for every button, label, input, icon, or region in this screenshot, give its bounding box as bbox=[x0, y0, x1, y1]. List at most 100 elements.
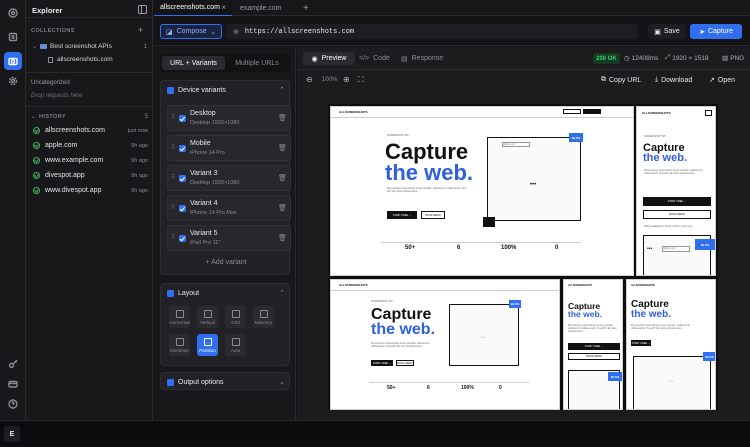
variant5-screenshot: ALLSCREENSHOTS Capture the web. Pixel-per… bbox=[626, 279, 716, 410]
zoom-out-icon[interactable]: ⊖ bbox=[306, 75, 313, 84]
trash-icon[interactable]: 🗑 bbox=[278, 174, 287, 182]
url-input[interactable]: ⊕ https://allscreenshots.com bbox=[227, 24, 637, 39]
collection-row[interactable]: ⌄ Best screenshot APIs 1 bbox=[32, 41, 147, 52]
loading-dots-icon: ••• bbox=[480, 335, 486, 341]
new-tab-button[interactable]: + bbox=[297, 0, 315, 16]
output-options-card[interactable]: Output options ⌄ bbox=[160, 372, 290, 390]
device-spec[interactable]: iPhone 14 Pro bbox=[190, 150, 225, 156]
layout-masonry[interactable]: Masonry bbox=[253, 306, 274, 328]
drag-handle-icon[interactable]: ⠿ bbox=[171, 144, 175, 151]
tab-preview[interactable]: ◉ Preview bbox=[303, 52, 355, 65]
open-button[interactable]: ↗ Open bbox=[709, 76, 735, 85]
mode-tabs: URL + Variants Multiple URLs bbox=[160, 54, 290, 72]
device-row[interactable]: ⠿ Desktop Desktop 1920×1080 🗑 bbox=[167, 105, 291, 131]
checkbox[interactable] bbox=[179, 235, 186, 242]
vertical-icon bbox=[203, 309, 212, 318]
collection-item[interactable]: allscreenshots.com bbox=[48, 54, 113, 65]
trash-icon[interactable]: 🗑 bbox=[278, 204, 287, 212]
device-spec[interactable]: iPhone 14 Pro Max bbox=[190, 210, 237, 216]
card-icon[interactable] bbox=[4, 375, 22, 393]
layout-partition[interactable]: Partition bbox=[197, 334, 218, 356]
clock-icon: ◷ bbox=[624, 55, 630, 62]
site-stat: 6 bbox=[427, 385, 430, 391]
success-check-icon bbox=[33, 157, 40, 164]
layout-horizontal[interactable]: Horizontal bbox=[169, 306, 190, 328]
layout-label: Masonry bbox=[254, 319, 273, 325]
tab-code[interactable]: </> Code bbox=[359, 52, 390, 65]
history-item[interactable]: allscreenshots.com just now bbox=[33, 123, 148, 138]
trash-icon[interactable]: 🗑 bbox=[278, 144, 287, 152]
hamburger-icon bbox=[705, 110, 712, 116]
response-icon: ▤ bbox=[401, 55, 408, 63]
copy-url-button[interactable]: ⧉ Copy URL bbox=[601, 76, 641, 84]
device-row[interactable]: ⠿ Mobile iPhone 14 Pro 🗑 bbox=[167, 135, 291, 161]
layout-grid[interactable]: Grid bbox=[225, 306, 246, 328]
success-check-icon bbox=[33, 127, 40, 134]
tab-multiple-urls[interactable]: Multiple URLs bbox=[226, 56, 288, 70]
capture-button[interactable]: ➤ Capture bbox=[690, 24, 742, 39]
site-sub: Pixel-perfect screenshots of any website… bbox=[644, 169, 703, 175]
collections-label: COLLECTIONS bbox=[31, 28, 75, 34]
drag-handle-icon[interactable]: ⠿ bbox=[171, 234, 175, 241]
tab-response[interactable]: ▤ Response bbox=[401, 52, 443, 65]
device-row[interactable]: ⠿ Variant 5 iPad Pro 11" 🗑 bbox=[167, 225, 291, 251]
checkbox[interactable] bbox=[179, 205, 186, 212]
drag-handle-icon[interactable]: ⠿ bbox=[171, 204, 175, 211]
download-button[interactable]: ⤓ Download bbox=[655, 76, 692, 84]
layout-vertical[interactable]: Vertical bbox=[197, 306, 218, 328]
tab-preview-label: Preview bbox=[321, 55, 347, 62]
history-header[interactable]: ⌄ HISTORY 5 bbox=[31, 113, 148, 121]
device-spec[interactable]: Desktop 1920×1080 bbox=[190, 120, 239, 126]
add-variant-button[interactable]: + Add variant bbox=[167, 255, 285, 269]
zoom-in-icon[interactable]: ⊕ bbox=[343, 75, 350, 84]
checkbox[interactable] bbox=[179, 145, 186, 152]
site-headline: Capture the web. bbox=[385, 141, 473, 184]
files-icon[interactable] bbox=[4, 28, 22, 46]
drag-handle-icon[interactable]: ⠿ bbox=[171, 174, 175, 181]
app-logo-icon[interactable] bbox=[4, 4, 22, 22]
save-button[interactable]: ▣ Save bbox=[648, 24, 686, 39]
dimensions-value: 1920 × 1518 bbox=[672, 54, 709, 62]
collection-item-label: allscreenshots.com bbox=[57, 56, 113, 63]
save-label: Save bbox=[663, 28, 680, 35]
history-item[interactable]: divespot.app 9h ago bbox=[33, 168, 148, 183]
history-item[interactable]: www.example.com 9h ago bbox=[33, 153, 148, 168]
checkbox[interactable] bbox=[179, 115, 186, 122]
mode-select[interactable]: ◪ Compose ⌄ bbox=[160, 24, 222, 39]
key-icon[interactable] bbox=[4, 355, 22, 373]
trash-icon[interactable]: 🗑 bbox=[278, 234, 287, 242]
layout-mondrian[interactable]: Mondrian bbox=[169, 334, 190, 356]
device-spec[interactable]: iPad Pro 11" bbox=[190, 240, 220, 246]
drag-handle-icon[interactable]: ⠿ bbox=[171, 114, 175, 121]
chevron-up-icon: ⌃ bbox=[279, 87, 285, 94]
site-headline: Capture the web. bbox=[631, 300, 671, 319]
site-badge: 99.5% bbox=[569, 133, 583, 142]
site-headline: Capture the web. bbox=[568, 302, 602, 319]
close-icon[interactable]: × bbox=[221, 3, 226, 12]
tab-example[interactable]: example.com bbox=[234, 0, 288, 16]
layout-auto[interactable]: Auto bbox=[225, 334, 246, 356]
image-icon: ▨ bbox=[722, 55, 729, 62]
device-row[interactable]: ⠿ Variant 3 Desktop 1920×1080 🗑 bbox=[167, 165, 291, 191]
site-badge: 99.5% bbox=[703, 352, 715, 361]
partition-icon bbox=[203, 337, 212, 346]
user-avatar[interactable]: E bbox=[4, 426, 20, 442]
mode-label: Compose bbox=[176, 28, 207, 35]
help-icon[interactable] bbox=[4, 395, 22, 413]
history-item[interactable]: apple.com 9h ago bbox=[33, 138, 148, 153]
settings-icon[interactable] bbox=[4, 72, 22, 90]
history-item[interactable]: www.divespot.app 9h ago bbox=[33, 183, 148, 198]
tab-url-variants[interactable]: URL + Variants bbox=[162, 56, 225, 70]
checkbox[interactable] bbox=[179, 175, 186, 182]
add-collection-icon[interactable]: + bbox=[138, 25, 143, 35]
device-row[interactable]: ⠿ Variant 4 iPhone 14 Pro Max 🗑 bbox=[167, 195, 291, 221]
output-options-header[interactable]: Output options ⌄ bbox=[167, 378, 285, 386]
device-spec[interactable]: Desktop 1920×1080 bbox=[190, 180, 239, 186]
fit-screen-icon[interactable]: ⛶ bbox=[358, 75, 364, 85]
trash-icon[interactable]: 🗑 bbox=[278, 114, 287, 122]
layout-header[interactable]: Layout ⌃ bbox=[167, 289, 285, 297]
tab-allscreenshots[interactable]: allscreenshots.com × bbox=[154, 0, 232, 16]
collapse-panel-icon[interactable] bbox=[138, 5, 147, 14]
camera-icon[interactable] bbox=[4, 52, 22, 70]
device-variants-header[interactable]: Device variants ⌃ bbox=[167, 86, 285, 94]
